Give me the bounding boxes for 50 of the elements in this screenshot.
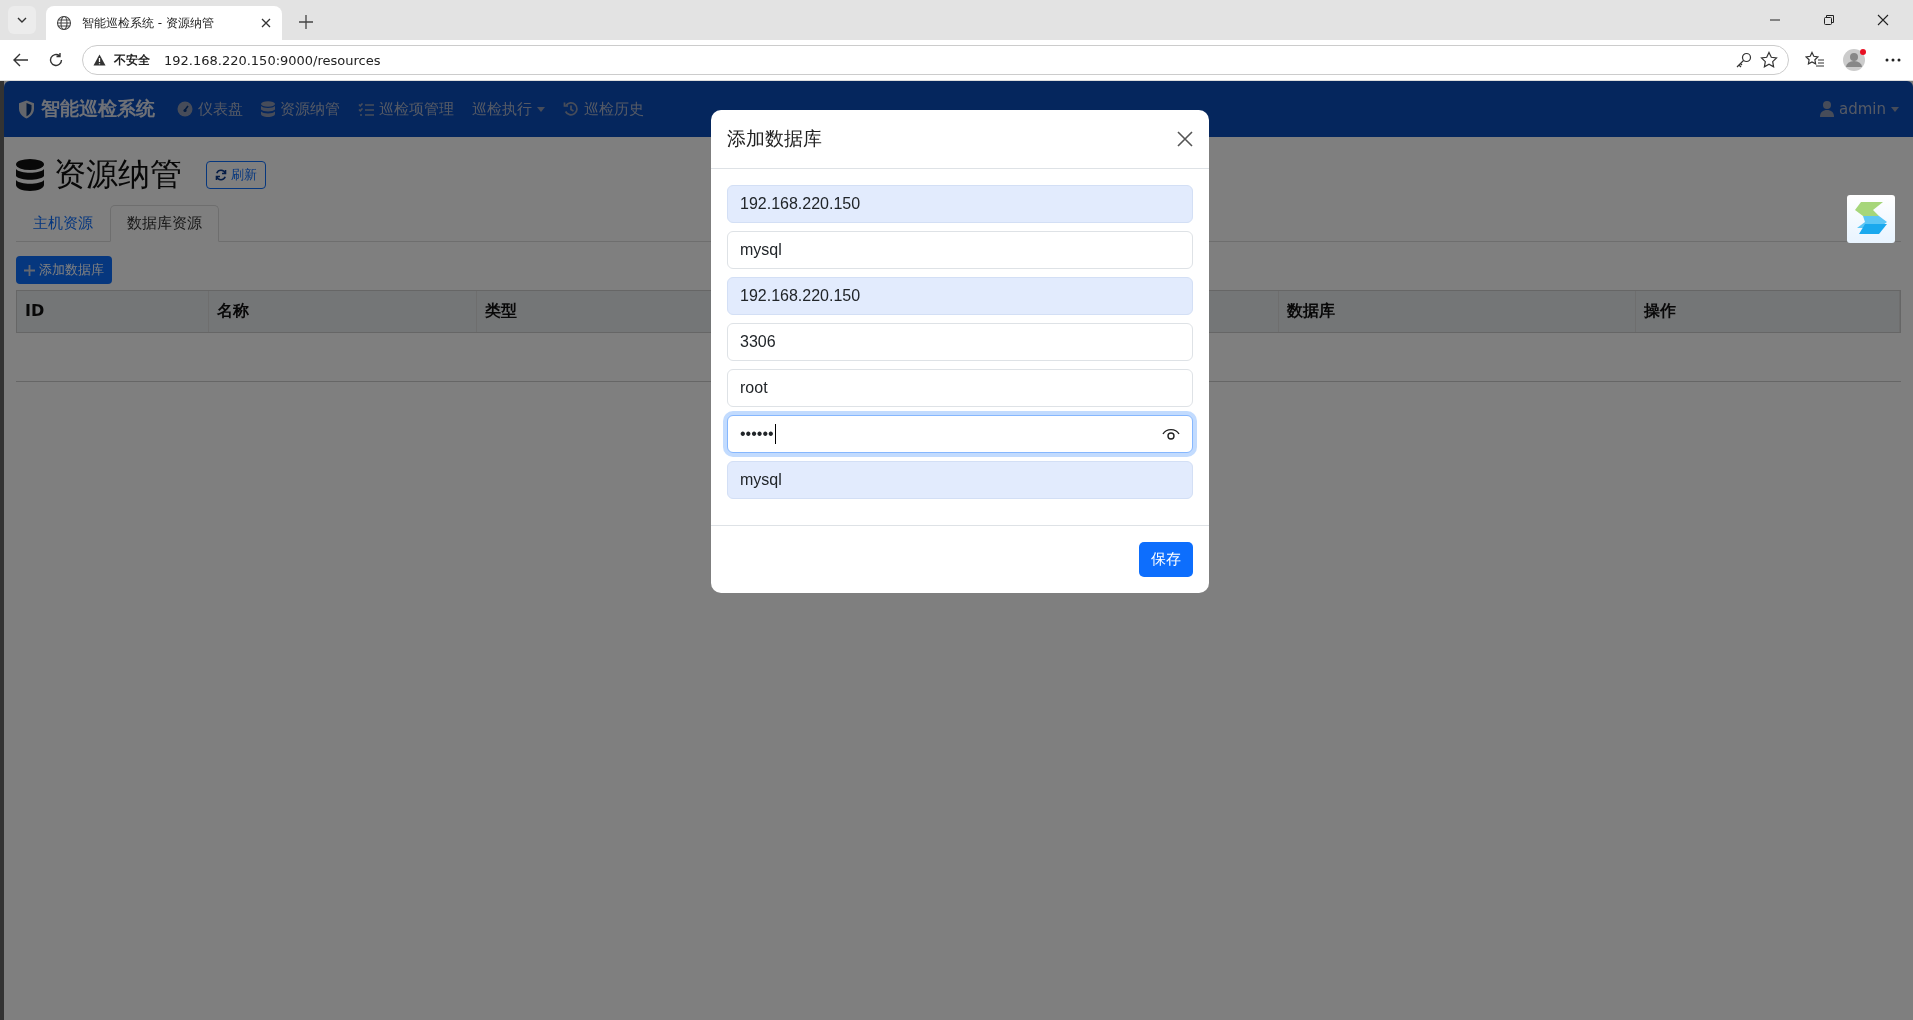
eye-icon[interactable] xyxy=(1162,427,1180,441)
column-header: 名称 xyxy=(209,291,477,332)
app-logo-icon[interactable] xyxy=(1847,195,1895,243)
dialog-title: 添加数据库 xyxy=(727,126,822,151)
restore-icon[interactable] xyxy=(1823,14,1835,26)
close-icon[interactable] xyxy=(1877,14,1889,26)
key-icon[interactable] xyxy=(1735,51,1752,69)
warning-icon xyxy=(93,54,106,66)
gauge-icon xyxy=(177,101,193,117)
checklist-icon xyxy=(358,101,374,117)
column-header: 数据库 xyxy=(1279,291,1636,332)
brand-link[interactable]: 智能巡检系统 xyxy=(18,96,155,122)
globe-icon xyxy=(56,15,72,31)
shield-icon xyxy=(18,99,35,119)
plus-icon xyxy=(24,264,35,276)
back-icon[interactable] xyxy=(12,51,30,69)
favorites-icon[interactable] xyxy=(1805,51,1825,69)
database-icon xyxy=(261,101,275,117)
security-label: 不安全 xyxy=(114,51,150,69)
column-header: ID xyxy=(17,291,209,332)
history-icon xyxy=(563,101,579,117)
input-field[interactable]: 192.168.220.150 xyxy=(727,185,1193,223)
reload-icon[interactable] xyxy=(48,52,64,68)
more-icon[interactable] xyxy=(1885,58,1901,62)
input-field[interactable]: 192.168.220.150 xyxy=(727,277,1193,315)
star-icon[interactable] xyxy=(1760,51,1778,69)
tab[interactable]: 数据库资源 xyxy=(110,205,219,242)
user-icon xyxy=(1820,101,1834,117)
page-title: 资源纳管 xyxy=(54,154,182,195)
column-header: 操作 xyxy=(1636,291,1900,332)
close-icon[interactable] xyxy=(1177,131,1193,147)
save-button[interactable]: 保存 xyxy=(1139,542,1193,577)
input-field[interactable]: mysql xyxy=(727,231,1193,269)
add-database-button[interactable]: 添加数据库 xyxy=(16,256,112,284)
browser-tab[interactable]: 智能巡检系统 - 资源纳管 xyxy=(46,6,282,40)
refresh-icon xyxy=(215,169,227,181)
input-field[interactable]: root xyxy=(727,369,1193,407)
url-text: 192.168.220.150:9000/resources xyxy=(164,52,381,68)
input-field[interactable]: mysql xyxy=(727,461,1193,499)
tab[interactable]: 主机资源 xyxy=(16,205,110,242)
close-icon[interactable] xyxy=(260,17,272,29)
caret-icon xyxy=(1891,106,1899,112)
profile-icon[interactable] xyxy=(1843,48,1867,72)
refresh-button[interactable]: 刷新 xyxy=(206,161,266,189)
tab-list-button[interactable] xyxy=(8,6,36,34)
database-icon xyxy=(16,159,44,191)
input-field[interactable]: •••••• xyxy=(727,415,1193,453)
new-tab-icon[interactable] xyxy=(298,14,314,30)
caret-icon xyxy=(537,106,545,112)
input-field[interactable]: 3306 xyxy=(727,323,1193,361)
